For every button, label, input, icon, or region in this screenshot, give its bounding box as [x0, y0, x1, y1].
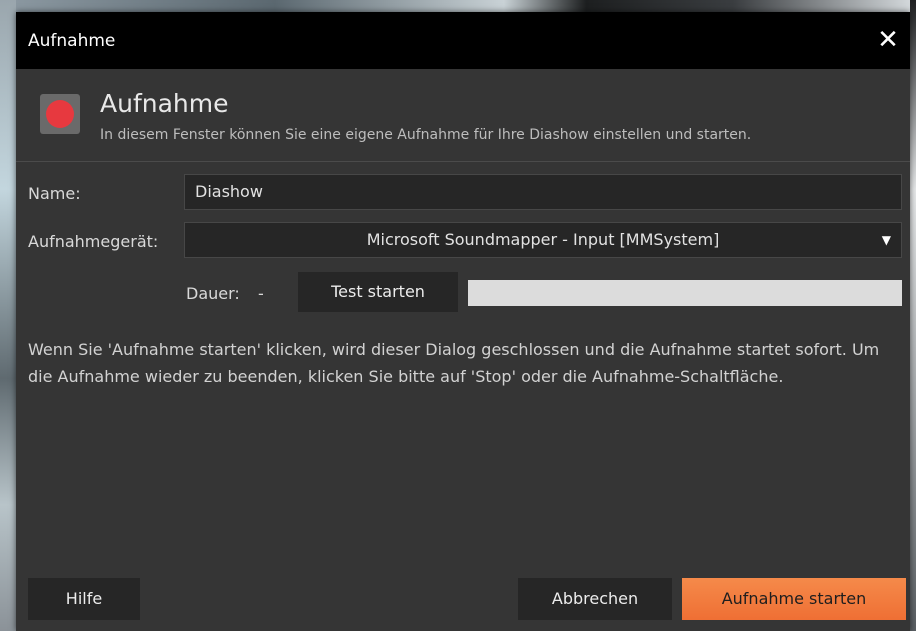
record-icon — [40, 94, 80, 134]
level-meter — [468, 280, 902, 306]
title-bar: Aufnahme ✕ — [16, 12, 910, 69]
desktop-background-left — [0, 0, 16, 631]
device-label: Aufnahmegerät: — [28, 232, 159, 251]
help-button[interactable]: Hilfe — [28, 578, 140, 620]
header-title: Aufnahme — [100, 89, 229, 118]
duration-value: - — [258, 284, 264, 303]
chevron-down-icon: ▼ — [881, 233, 891, 247]
desktop-background-right — [910, 0, 916, 631]
name-label: Name: — [28, 184, 81, 203]
cancel-button[interactable]: Abbrechen — [518, 578, 672, 620]
name-input[interactable]: Diashow — [184, 174, 902, 210]
window-title: Aufnahme — [28, 31, 116, 51]
test-start-button[interactable]: Test starten — [298, 272, 458, 312]
recording-dialog: Aufnahme ✕ Aufnahme In diesem Fenster kö… — [16, 12, 910, 631]
record-dot — [46, 100, 74, 128]
device-select[interactable]: Microsoft Soundmapper - Input [MMSystem]… — [184, 222, 902, 258]
close-icon[interactable]: ✕ — [874, 26, 902, 54]
device-select-value: Microsoft Soundmapper - Input [MMSystem] — [366, 230, 720, 249]
duration-label: Dauer: — [186, 284, 240, 303]
info-text: Wenn Sie 'Aufnahme starten' klicken, wir… — [28, 340, 880, 386]
header-subtitle: In diesem Fenster können Sie eine eigene… — [100, 127, 752, 143]
desktop-background-top — [0, 0, 916, 12]
header-divider — [16, 161, 910, 162]
dialog-header: Aufnahme In diesem Fenster können Sie ei… — [16, 69, 910, 165]
start-recording-button[interactable]: Aufnahme starten — [682, 578, 906, 620]
